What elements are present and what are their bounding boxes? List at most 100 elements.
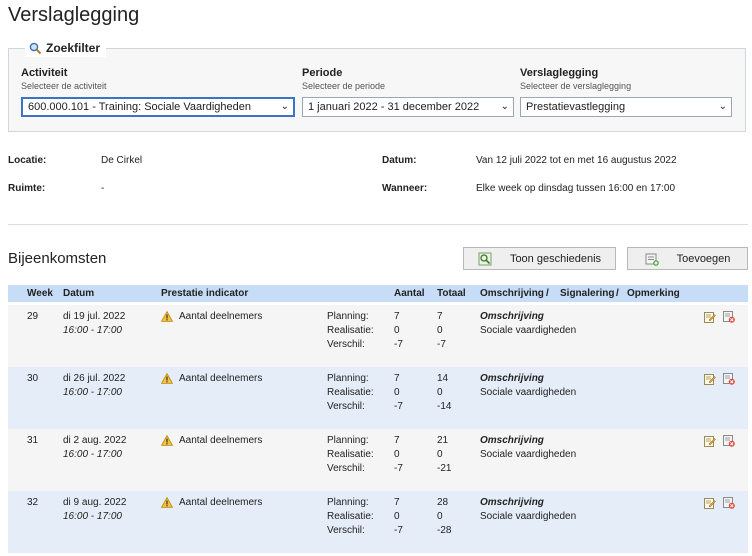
activity-hint: Selecteer de activiteit (21, 81, 107, 91)
verschil-total: -21 (437, 463, 452, 474)
when-label: Wanneer: (382, 183, 428, 194)
warning-icon (161, 497, 173, 508)
planning-count: 7 (394, 497, 400, 508)
report-type-select[interactable]: Prestatievastlegging ⌄ (520, 97, 732, 117)
header-week: Week (27, 288, 53, 299)
row-description-title: Omschrijving (480, 311, 544, 322)
planning-label: Planning: (327, 435, 369, 446)
row-week: 31 (27, 435, 39, 446)
table-header: Week Datum Prestatie indicator Aantal To… (8, 285, 748, 302)
delete-icon[interactable] (723, 373, 735, 385)
verschil-label: Verschil: (327, 525, 365, 536)
realisatie-count: 0 (394, 325, 400, 336)
location-label: Locatie: (8, 155, 47, 166)
when-value: Elke week op dinsdag tussen 16:00 en 17:… (476, 183, 676, 194)
row-description-text: Sociale vaardigheden (480, 449, 577, 460)
edit-icon[interactable] (704, 435, 716, 447)
header-indicator: Prestatie indicator (161, 288, 249, 299)
table-row: 30 di 26 jul. 2022 16:00 - 17:00 Aantal … (8, 367, 748, 429)
activity-select-value: 600.000.101 - Training: Sociale Vaardigh… (28, 101, 252, 113)
activity-select[interactable]: 600.000.101 - Training: Sociale Vaardigh… (21, 97, 295, 117)
room-label: Ruimte: (8, 183, 46, 194)
period-hint: Selecteer de periode (302, 81, 386, 91)
verschil-count: -7 (394, 525, 403, 536)
report-type-label: Verslaglegging (520, 67, 599, 79)
realisatie-label: Realisatie: (327, 449, 374, 460)
verschil-label: Verschil: (327, 401, 365, 412)
add-icon (645, 253, 659, 266)
warning-icon (161, 435, 173, 446)
filter-legend: Zoekfilter (25, 39, 107, 57)
realisatie-total: 0 (437, 511, 443, 522)
filter-legend-label: Zoekfilter (46, 41, 101, 55)
page-title: Verslaglegging (8, 4, 140, 26)
row-week: 32 (27, 497, 39, 508)
period-select[interactable]: 1 januari 2022 - 31 december 2022 ⌄ (302, 97, 514, 117)
row-time: 16:00 - 17:00 (63, 387, 122, 398)
header-signal: Signalering (560, 288, 615, 299)
table-row: 32 di 9 aug. 2022 16:00 - 17:00 Aantal d… (8, 491, 748, 553)
planning-label: Planning: (327, 373, 369, 384)
row-indicator: Aantal deelnemers (179, 373, 263, 384)
header-description: Omschrijving (480, 288, 544, 299)
date-label: Datum: (382, 155, 417, 166)
activity-field: Activiteit Selecteer de activiteit 600.0… (21, 67, 295, 117)
delete-icon[interactable] (723, 497, 735, 509)
activity-label: Activiteit (21, 67, 68, 79)
planning-count: 7 (394, 373, 400, 384)
row-description-text: Sociale vaardigheden (480, 387, 577, 398)
realisatie-total: 0 (437, 325, 443, 336)
search-filter: Zoekfilter Activiteit Selecteer de activ… (8, 39, 746, 132)
realisatie-label: Realisatie: (327, 511, 374, 522)
show-history-button[interactable]: Toon geschiedenis (463, 247, 616, 270)
row-time: 16:00 - 17:00 (63, 511, 122, 522)
delete-icon[interactable] (723, 435, 735, 447)
header-date: Datum (63, 288, 95, 299)
delete-icon[interactable] (723, 311, 735, 323)
row-description-text: Sociale vaardigheden (480, 325, 577, 336)
planning-total: 7 (437, 311, 443, 322)
realisatie-count: 0 (394, 449, 400, 460)
chevron-down-icon: ⌄ (500, 101, 509, 112)
verschil-count: -7 (394, 463, 403, 474)
verschil-total: -28 (437, 525, 452, 536)
table-row: 31 di 2 aug. 2022 16:00 - 17:00 Aantal d… (8, 429, 748, 491)
verschil-total: -14 (437, 401, 452, 412)
location-value: De Cirkel (101, 155, 143, 166)
add-button[interactable]: Toevoegen (627, 247, 748, 270)
warning-icon (161, 311, 173, 322)
row-time: 16:00 - 17:00 (63, 325, 122, 336)
row-date: di 2 aug. 2022 (63, 435, 127, 446)
show-history-label: Toon geschiedenis (509, 252, 602, 265)
table-row: 29 di 19 jul. 2022 16:00 - 17:00 Aantal … (8, 305, 748, 367)
row-date: di 9 aug. 2022 (63, 497, 127, 508)
row-description-title: Omschrijving (480, 435, 544, 446)
chevron-down-icon: ⌄ (280, 101, 289, 112)
edit-icon[interactable] (704, 373, 716, 385)
planning-count: 7 (394, 435, 400, 446)
realisatie-label: Realisatie: (327, 325, 374, 336)
planning-label: Planning: (327, 497, 369, 508)
period-select-value: 1 januari 2022 - 31 december 2022 (308, 101, 480, 113)
edit-icon[interactable] (704, 311, 716, 323)
verschil-label: Verschil: (327, 339, 365, 350)
room-value: - (101, 183, 105, 194)
planning-total: 21 (437, 435, 449, 446)
row-indicator: Aantal deelnemers (179, 497, 263, 508)
edit-icon[interactable] (704, 497, 716, 509)
period-field: Periode Selecteer de periode 1 januari 2… (302, 67, 514, 117)
realisatie-total: 0 (437, 387, 443, 398)
header-remark: Opmerking (627, 288, 680, 299)
verschil-label: Verschil: (327, 463, 365, 474)
row-description-title: Omschrijving (480, 373, 544, 384)
history-icon (478, 252, 492, 265)
row-time: 16:00 - 17:00 (63, 449, 122, 460)
row-indicator: Aantal deelnemers (179, 311, 263, 322)
row-indicator: Aantal deelnemers (179, 435, 263, 446)
header-separator: / (616, 288, 619, 299)
row-date: di 19 jul. 2022 (63, 311, 126, 322)
header-separator: / (546, 288, 549, 299)
divider (8, 224, 748, 225)
verschil-total: -7 (437, 339, 446, 350)
realisatie-count: 0 (394, 511, 400, 522)
